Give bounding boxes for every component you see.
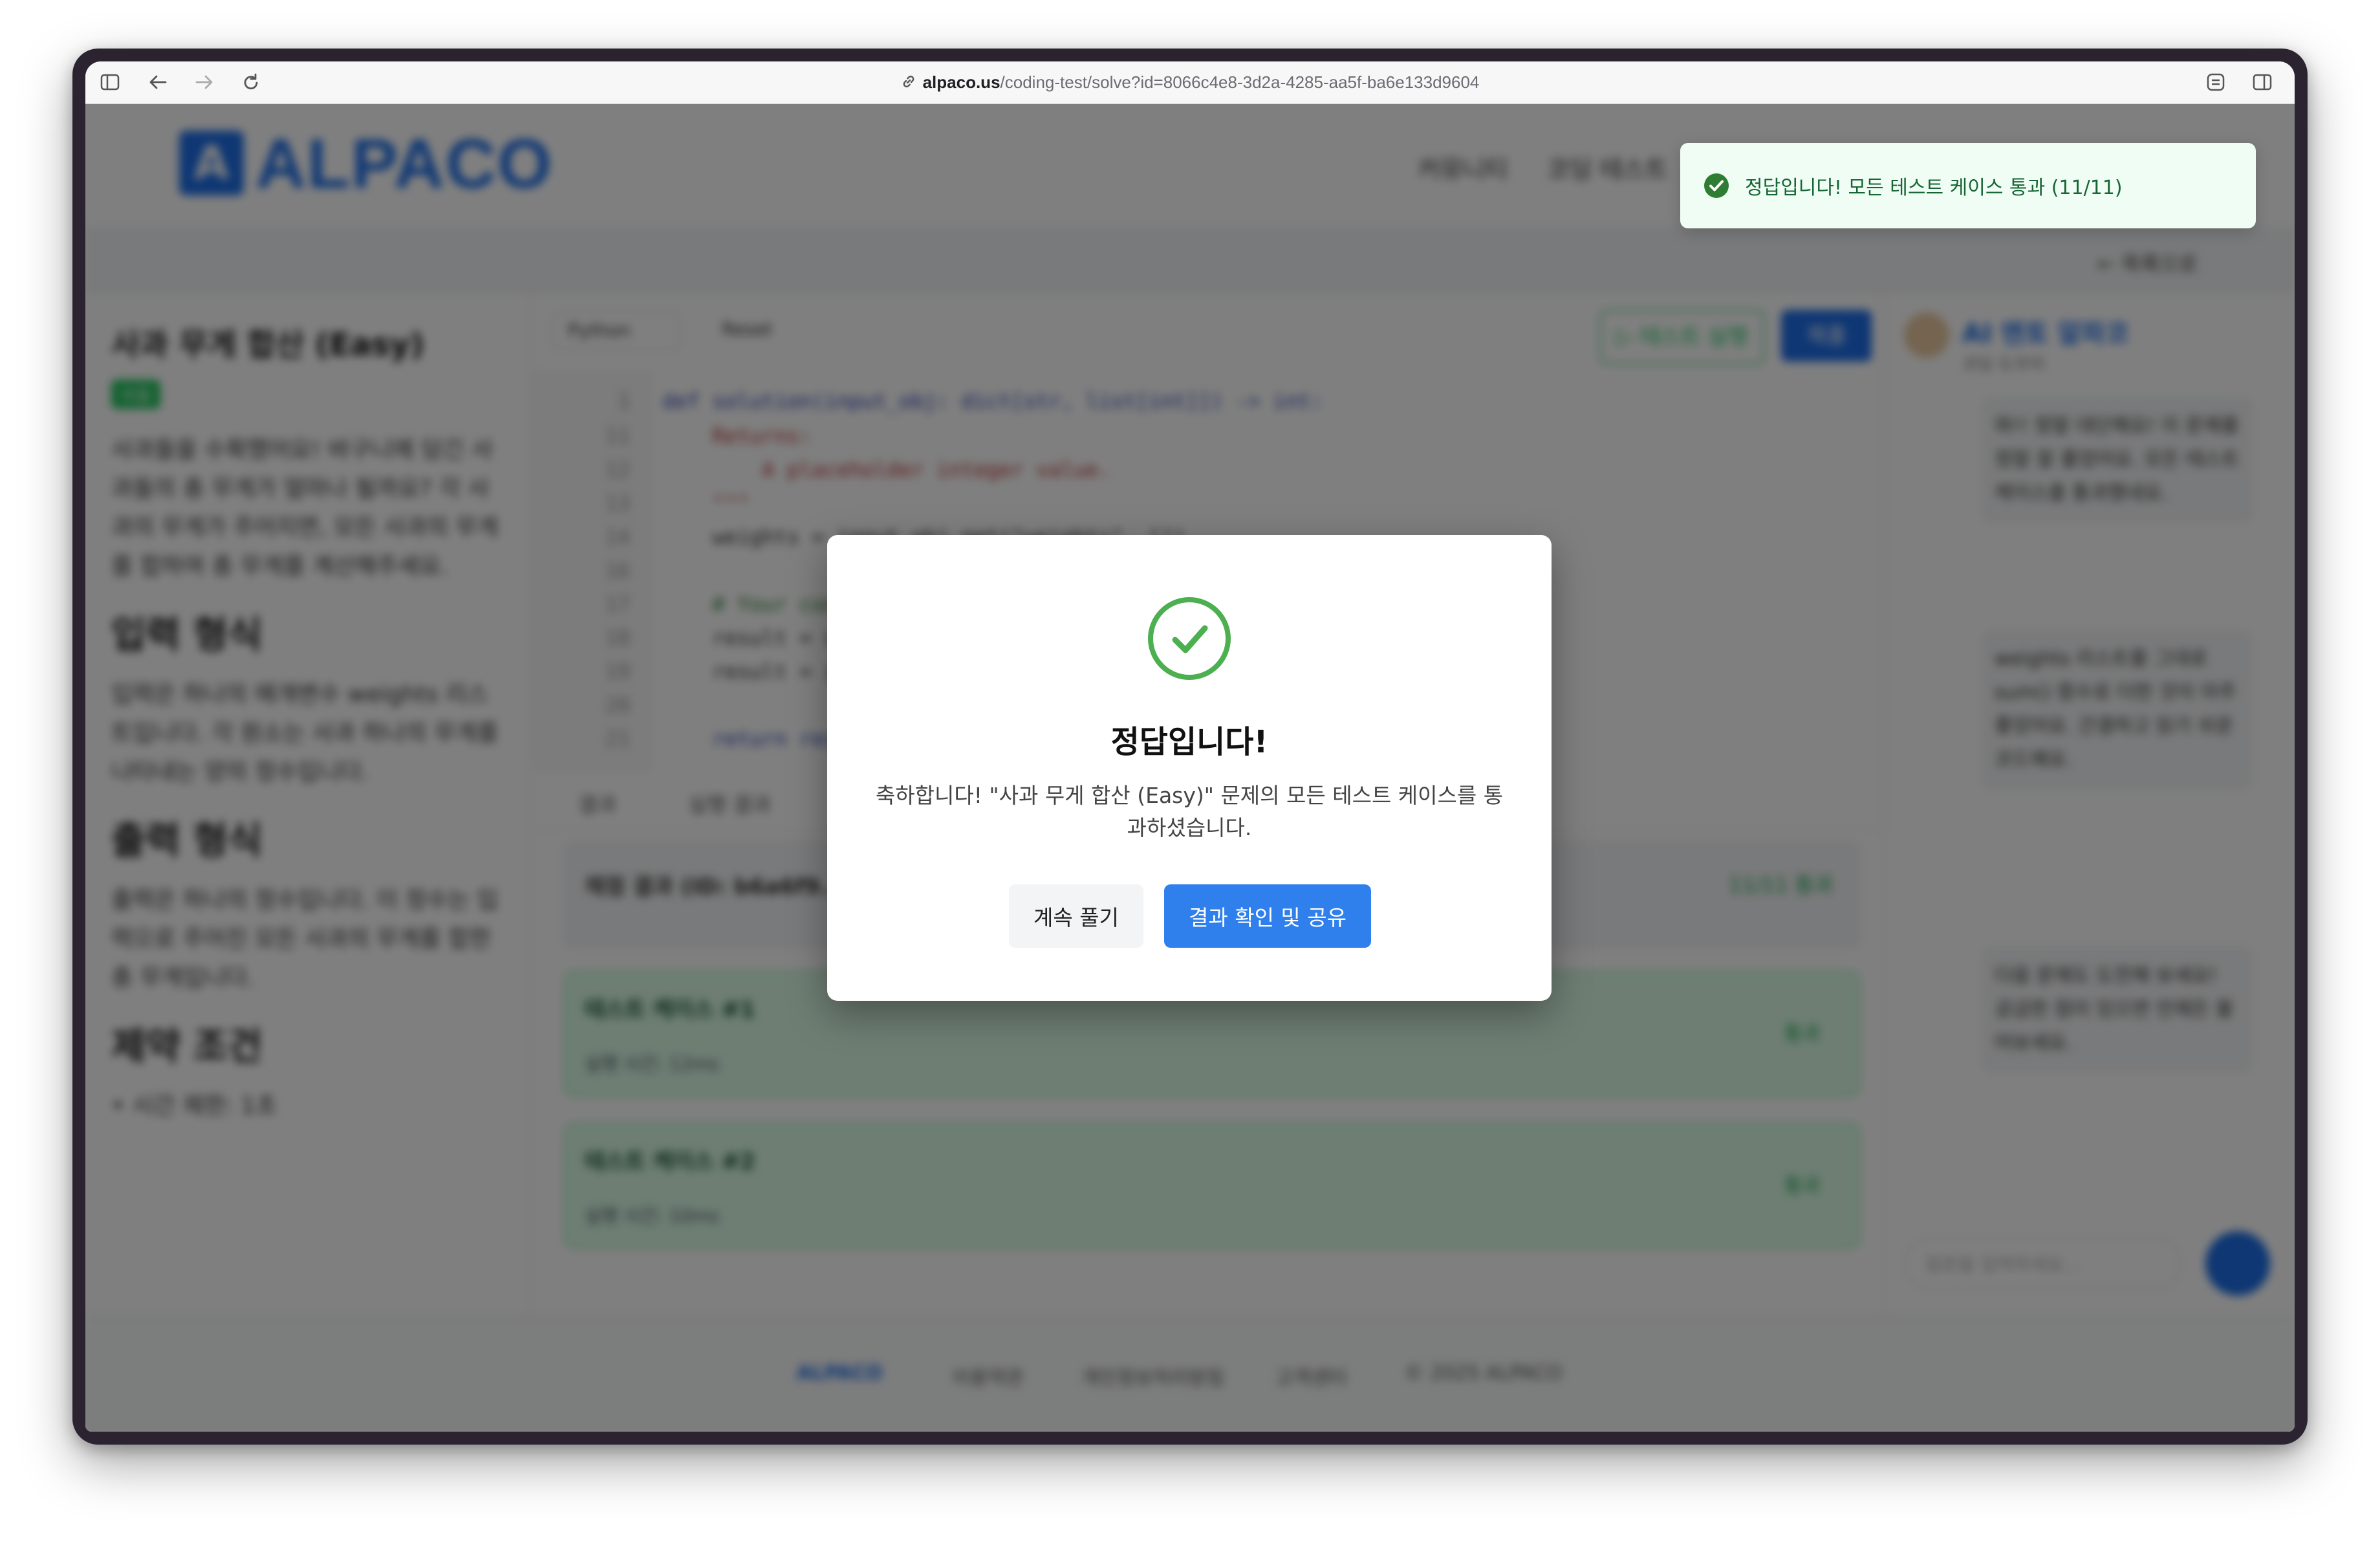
view-and-share-button[interactable]: 결과 확인 및 공유 <box>1164 884 1371 948</box>
continue-button[interactable]: 계속 풀기 <box>1009 884 1143 948</box>
link-icon <box>901 72 916 95</box>
modal-message: 축하합니다! "사과 무게 합산 (Easy)" 문제의 모든 테스트 케이스를… <box>875 783 1504 840</box>
check-circle-icon <box>1148 597 1231 680</box>
success-modal: 정답입니다! 축하합니다! "사과 무게 합산 (Easy)" 문제의 모든 테… <box>827 535 1552 1001</box>
modal-title: 정답입니다! <box>1110 724 1268 760</box>
check-circle-icon <box>1704 173 1729 198</box>
url-domain: alpaco.us <box>922 72 1001 92</box>
address-bar[interactable]: alpaco.us/coding-test/solve?id=8066c4e8-… <box>85 71 2295 94</box>
split-view-icon[interactable] <box>2251 71 2274 94</box>
browser-toolbar: alpaco.us/coding-test/solve?id=8066c4e8-… <box>85 61 2295 104</box>
toast-message: 정답입니다! 모든 테스트 케이스 통과 (11/11) <box>1745 177 2123 199</box>
success-toast: 정답입니다! 모든 테스트 케이스 통과 (11/11) <box>1680 143 2256 228</box>
url-path: /coding-test/solve?id=8066c4e8-3d2a-4285… <box>1000 72 1480 92</box>
reader-mode-icon[interactable] <box>2204 71 2227 94</box>
